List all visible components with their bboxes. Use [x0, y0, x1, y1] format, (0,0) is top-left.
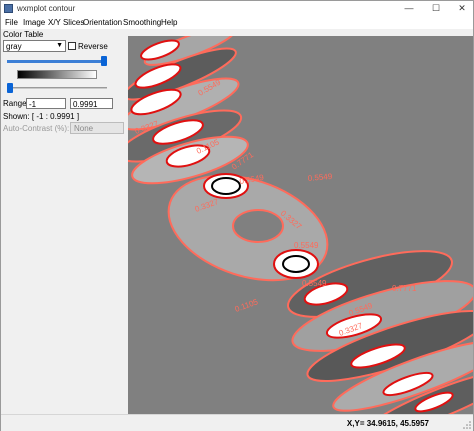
upper-slider-handle[interactable] [101, 56, 107, 66]
range-min-value: -1 [29, 100, 37, 109]
peak-contour [282, 255, 310, 273]
range-max-input[interactable]: 0.9991 [70, 98, 113, 109]
auto-contrast-value: None [74, 124, 94, 133]
application-window: wxmplot contour — ☐ ✕ File Image X/Y Sli… [0, 0, 474, 431]
menu-orientation[interactable]: Orientation [83, 18, 122, 27]
control-panel: Color Table gray ▼ Reverse Range: -1 0.9… [1, 29, 126, 414]
contour-plot-canvas: 0.5549 0.3327 0.1105 0.7771 0.5549 0.332… [128, 36, 473, 414]
menu-xy-slices[interactable]: X/Y Slices [48, 18, 84, 27]
menu-smoothing[interactable]: Smoothing [123, 18, 161, 27]
range-min-input[interactable]: -1 [26, 98, 66, 109]
contour-label: 0.1105 [234, 297, 260, 314]
status-bar: X,Y= 34.9615, 45.5957 [1, 414, 473, 431]
range-label: Range: [3, 99, 29, 108]
contour-plot[interactable]: 0.5549 0.3327 0.1105 0.7771 0.5549 0.332… [128, 36, 473, 414]
ring-hole-contour [232, 209, 284, 243]
minimize-button[interactable]: — [397, 1, 421, 16]
colormap-preview [17, 70, 97, 79]
contour-label: 0.5549 [307, 172, 333, 183]
color-table-select[interactable]: gray ▼ [3, 40, 66, 52]
close-button[interactable]: ✕ [450, 1, 474, 16]
auto-contrast-select[interactable]: None [70, 122, 124, 134]
color-table-label: Color Table [3, 30, 44, 39]
contour-label: 0.5549 [302, 279, 327, 288]
range-max-value: 0.9991 [73, 100, 98, 109]
menu-image[interactable]: Image [23, 18, 45, 27]
app-icon [4, 4, 13, 13]
window-title: wxmplot contour [17, 4, 76, 13]
peak-contour [211, 177, 241, 195]
lower-slider-track[interactable] [7, 87, 107, 89]
cursor-coordinates: X,Y= 34.9615, 45.5957 [346, 419, 429, 428]
contour-label: 0.5549 [294, 241, 319, 250]
title-bar: wxmplot contour — ☐ ✕ [1, 1, 473, 16]
reverse-label: Reverse [78, 42, 108, 51]
lower-slider-handle[interactable] [7, 83, 13, 93]
menu-help[interactable]: Help [161, 18, 177, 27]
chevron-down-icon: ▼ [56, 42, 63, 49]
auto-contrast-label: Auto-Contrast (%): [3, 124, 70, 133]
shown-range-text: Shown: [ -1 : 0.9991 ] [3, 112, 80, 121]
resize-grip-icon[interactable] [463, 421, 471, 429]
menu-file[interactable]: File [5, 18, 18, 27]
upper-slider-fill [7, 60, 101, 63]
reverse-checkbox[interactable] [68, 42, 76, 50]
maximize-button[interactable]: ☐ [424, 1, 448, 16]
contour-label: 0.7771 [392, 284, 417, 293]
menu-bar: File Image X/Y Slices Orientation Smooth… [1, 16, 473, 29]
color-table-value: gray [6, 42, 22, 51]
